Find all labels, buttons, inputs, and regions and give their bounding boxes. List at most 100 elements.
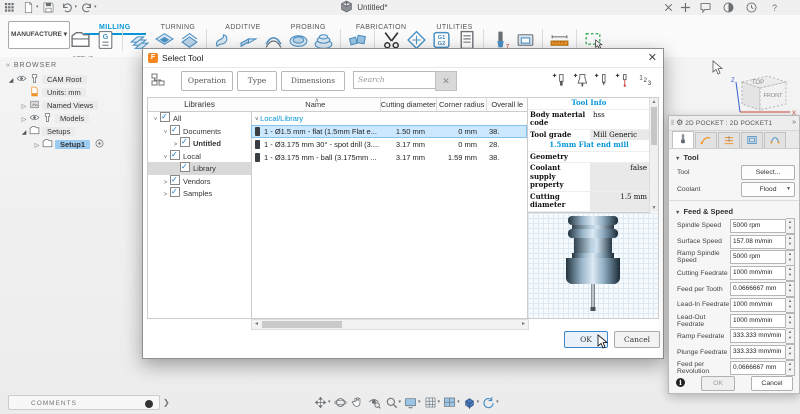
eye-icon[interactable] bbox=[16, 73, 27, 84]
spinner-control[interactable]: ▲▼ bbox=[786, 297, 795, 313]
move-icon[interactable] bbox=[314, 396, 327, 409]
checkbox-checked[interactable] bbox=[170, 187, 180, 197]
horizontal-scrollbar[interactable]: ◂ ▸ bbox=[251, 319, 529, 330]
chevron-down-icon[interactable]: ▾ bbox=[75, 4, 78, 10]
browser-item-label[interactable]: CAM Root bbox=[42, 75, 87, 84]
checkbox-checked[interactable] bbox=[170, 175, 180, 185]
libraries-header[interactable]: Libraries bbox=[148, 98, 251, 112]
column-header-cutting-diameter[interactable]: Cutting diameter bbox=[381, 98, 437, 111]
library-item-vendors[interactable]: ˃Vendors bbox=[148, 175, 251, 188]
zoom-icon[interactable] bbox=[385, 396, 398, 409]
add-mill-tool-icon[interactable] bbox=[552, 71, 569, 90]
job-status-icon[interactable] bbox=[745, 1, 758, 14]
heights-tab-icon[interactable] bbox=[718, 132, 740, 148]
tool-row[interactable]: 1 - Ø3.175 mm 30° - spot drill (3....3.1… bbox=[251, 138, 527, 151]
browser-item-cam-root[interactable]: ◢ CAM Root bbox=[2, 73, 152, 86]
app-grid-icon[interactable] bbox=[3, 1, 16, 14]
library-item-all[interactable]: ˅All bbox=[148, 112, 251, 125]
column-header-overall-length[interactable]: Overall le bbox=[487, 98, 527, 111]
spinner-control[interactable]: ▲▼ bbox=[786, 360, 795, 376]
feed-speed-section-header[interactable]: ▼Feed & Speed bbox=[669, 203, 799, 218]
scroll-up-icon[interactable]: ▲ bbox=[650, 98, 658, 106]
field-input[interactable]: 5000 rpm bbox=[730, 219, 786, 233]
renumber-tools-icon[interactable]: 123 bbox=[636, 71, 653, 90]
new-tab-icon[interactable] bbox=[679, 1, 692, 14]
browser-header[interactable]: « BROWSER bbox=[2, 60, 152, 73]
hscrollbar-thumb[interactable] bbox=[262, 321, 342, 328]
expand-open-icon[interactable]: ◢ bbox=[6, 75, 16, 88]
tool-info-scrollbar[interactable]: ▲ ▼ bbox=[649, 98, 658, 212]
dialog-ok-button[interactable]: OK bbox=[564, 331, 608, 348]
spinner-control[interactable]: ▲▼ bbox=[786, 250, 795, 266]
filter-type-button[interactable]: Type bbox=[237, 71, 277, 91]
dialog-title-bar[interactable]: F Select Tool ✕ bbox=[143, 49, 663, 68]
field-input[interactable]: 333.333 mm/min bbox=[730, 345, 786, 359]
eye-icon[interactable] bbox=[29, 112, 40, 123]
browser-item-label[interactable]: Units: mm bbox=[42, 88, 86, 97]
orbit-icon[interactable] bbox=[334, 396, 347, 409]
column-header-corner-radius[interactable]: Corner radius bbox=[437, 98, 487, 111]
scroll-right-icon[interactable]: ▸ bbox=[519, 320, 528, 329]
expand-open-icon[interactable]: ◢ bbox=[19, 127, 29, 140]
field-input[interactable]: 5000 rpm bbox=[730, 250, 786, 264]
chevron-down-icon[interactable]: ▾ bbox=[328, 395, 331, 410]
undo-icon[interactable] bbox=[61, 1, 74, 14]
operation-dialog-header[interactable]: ⦀⚙ 2D POCKET : 2D POCKET1 » bbox=[669, 116, 799, 131]
add-holder-icon[interactable] bbox=[573, 71, 590, 90]
dialog-close-icon[interactable]: ✕ bbox=[648, 51, 657, 65]
spinner-control[interactable]: ▲▼ bbox=[786, 344, 795, 360]
tool-group-row[interactable]: ˅ Local/Library bbox=[251, 112, 527, 125]
tool-row[interactable]: 1 - Ø1.5 mm - flat (1.5mm Flat e...1.50 … bbox=[251, 125, 527, 138]
file-menu-icon[interactable] bbox=[22, 1, 35, 14]
document-tab[interactable]: Untitled* bbox=[340, 0, 387, 15]
chevron-down-icon[interactable]: ▾ bbox=[496, 395, 499, 410]
checkbox-checked[interactable] bbox=[160, 112, 170, 122]
tool-tab-icon[interactable] bbox=[672, 131, 694, 148]
column-header-name[interactable]: ᴧName bbox=[251, 98, 381, 111]
scroll-left-icon[interactable]: ◂ bbox=[252, 320, 261, 329]
collapse-browser-icon[interactable]: « bbox=[6, 62, 14, 69]
field-input[interactable]: 1000 mm/min bbox=[730, 266, 786, 280]
library-item-documents[interactable]: ˅Documents bbox=[148, 125, 251, 138]
spinner-control[interactable]: ▲▼ bbox=[786, 281, 795, 297]
search-input[interactable]: Search bbox=[353, 71, 437, 89]
chevron-down-icon[interactable]: ▾ bbox=[438, 395, 441, 410]
look-at-icon[interactable] bbox=[368, 396, 381, 409]
display-settings-icon[interactable] bbox=[404, 396, 417, 409]
spinner-control[interactable]: ▲▼ bbox=[786, 313, 795, 329]
checkbox-checked[interactable] bbox=[180, 137, 190, 147]
expand-panel-icon[interactable]: » bbox=[792, 116, 796, 130]
chevron-down-icon[interactable]: ▾ bbox=[418, 395, 421, 410]
save-icon[interactable] bbox=[42, 1, 55, 14]
activate-icon[interactable] bbox=[94, 138, 105, 149]
browser-item-units-mm[interactable]: Units: mm bbox=[2, 86, 152, 99]
comments-bubble-icon[interactable] bbox=[699, 1, 712, 14]
expand-closed-icon[interactable]: ▷ bbox=[32, 140, 42, 153]
chevron-down-icon[interactable]: ▾ bbox=[457, 395, 460, 410]
field-input[interactable]: 0.0666667 mm bbox=[730, 361, 786, 375]
expand-comments-chevron-icon[interactable]: ❯ bbox=[163, 395, 170, 410]
browser-item-label[interactable]: Setups bbox=[42, 127, 75, 136]
chevron-down-icon[interactable]: ▾ bbox=[399, 395, 402, 410]
close-tab-icon[interactable] bbox=[662, 1, 675, 14]
grid-settings-icon[interactable] bbox=[424, 396, 437, 409]
tool-select-button[interactable]: Select... bbox=[741, 165, 795, 180]
expand-closed-icon[interactable]: ˃ bbox=[161, 189, 170, 202]
browser-item-named-views[interactable]: ▷Named Views bbox=[2, 99, 152, 112]
linking-tab-icon[interactable] bbox=[764, 132, 786, 148]
browser-item-setups[interactable]: ◢ Setups bbox=[2, 125, 152, 138]
checkbox-checked[interactable] bbox=[170, 150, 180, 160]
geometry-tab-icon[interactable] bbox=[695, 132, 717, 148]
library-item-samples[interactable]: ˃Samples bbox=[148, 187, 251, 200]
checkbox-checked[interactable] bbox=[180, 162, 190, 172]
extensions-icon[interactable] bbox=[722, 1, 735, 14]
browser-item-label[interactable]: Setup1 bbox=[55, 140, 90, 149]
field-input[interactable]: 333.333 mm/min bbox=[730, 329, 786, 343]
browser-item-label[interactable]: Models bbox=[55, 114, 89, 123]
expand-open-icon[interactable]: ˅ bbox=[161, 152, 170, 165]
help-icon[interactable]: ? bbox=[768, 1, 781, 14]
field-input[interactable]: 1000 mm/min bbox=[730, 298, 786, 312]
new-setup-icon[interactable] bbox=[70, 29, 91, 51]
view-cube[interactable]: TOP FRONT X Z bbox=[728, 66, 796, 122]
comments-panel[interactable]: COMMENTS bbox=[8, 395, 160, 410]
